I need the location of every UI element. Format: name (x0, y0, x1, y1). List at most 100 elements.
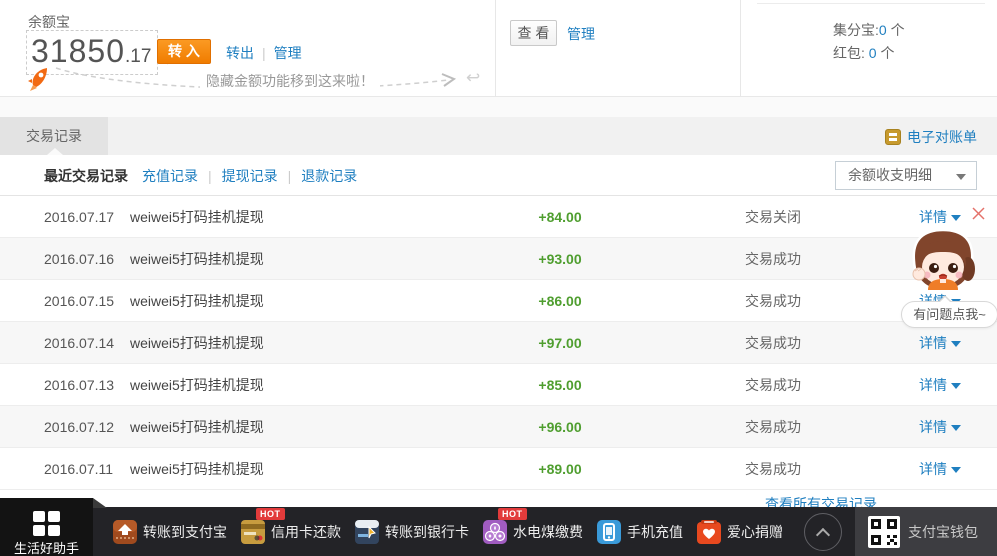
tx-status: 交易关闭 (705, 207, 919, 227)
chevron-down-icon (951, 215, 961, 221)
tx-date: 2016.07.13 (44, 377, 130, 393)
action-utilities-pay[interactable]: HOT 水电煤缴费 (482, 519, 583, 545)
tx-date: 2016.07.12 (44, 419, 130, 435)
tx-description: weiwei5打码挂机提现 (130, 249, 415, 269)
withdraw-records-link[interactable]: 提现记录 (222, 168, 278, 184)
balance-section: 余额宝 31850.17 元 转 入 转出|管理 隐藏金额功能移到这来啦！ ↩ … (0, 0, 997, 97)
hot-badge: HOT (256, 508, 285, 520)
action-transfer-to-alipay[interactable]: 转账到支付宝 (112, 519, 227, 545)
divider (740, 0, 741, 97)
tx-amount: +96.00 (415, 419, 705, 435)
tx-status: 交易成功 (705, 291, 919, 311)
action-transfer-to-bank[interactable]: 转账到银行卡 (354, 519, 469, 545)
transfer-out-link[interactable]: 转出 (226, 45, 254, 61)
tx-amount: +86.00 (415, 293, 705, 309)
tx-date: 2016.07.14 (44, 335, 130, 351)
divider: | (208, 168, 212, 184)
yuebao-manage-link[interactable]: 管理 (274, 45, 302, 61)
tx-amount: +85.00 (415, 377, 705, 393)
tx-date: 2016.07.11 (44, 461, 130, 477)
table-row: 2016.07.12 weiwei5打码挂机提现 +96.00 交易成功 详情 (0, 406, 997, 448)
balance-manage-link[interactable]: 管理 (567, 24, 595, 44)
view-button[interactable]: 查 看 (510, 20, 557, 46)
qr-code-icon (868, 516, 900, 548)
spacer-band (0, 97, 997, 117)
jifenbao-label: 集分宝: (833, 22, 879, 38)
phone-icon (596, 519, 622, 545)
bill-icon (885, 129, 901, 145)
jifenbao-unit: 个 (887, 22, 905, 38)
scroll-top-button[interactable] (804, 513, 842, 551)
recent-records-title: 最近交易记录 (44, 168, 128, 184)
transfer-in-button[interactable]: 转 入 (157, 39, 211, 64)
tx-status: 交易成功 (705, 459, 919, 479)
divider: | (288, 168, 292, 184)
table-row: 2016.07.13 weiwei5打码挂机提现 +85.00 交易成功 详情 (0, 364, 997, 406)
utilities-icon (482, 519, 508, 545)
yuebao-label: 余额宝 (28, 12, 70, 32)
chevron-down-icon (956, 174, 966, 180)
fold-decoration (93, 498, 107, 508)
tx-description: weiwei5打码挂机提现 (130, 333, 415, 353)
jifenbao-row: 集分宝:0 个 (833, 20, 905, 40)
action-credit-card-repay[interactable]: HOT 信用卡还款 (240, 519, 341, 545)
life-helper-label: 生活好助手 (0, 538, 93, 556)
detail-link[interactable]: 详情 (919, 459, 997, 479)
filter-row: 最近交易记录充值记录 | 提现记录 | 退款记录 余额收支明细 (0, 155, 997, 196)
table-row: 2016.07.14 weiwei5打码挂机提现 +97.00 交易成功 详情 (0, 322, 997, 364)
detail-link[interactable]: 详情 (919, 375, 997, 395)
filter-links: 最近交易记录充值记录 | 提现记录 | 退款记录 (44, 166, 357, 186)
collapse-arrow-icon[interactable]: ↩ (466, 68, 480, 88)
tx-date: 2016.07.15 (44, 293, 130, 309)
detail-link[interactable]: 详情 (919, 417, 997, 437)
chevron-down-icon (951, 383, 961, 389)
tx-description: weiwei5打码挂机提现 (130, 417, 415, 437)
e-statement-link[interactable]: 电子对账单 (885, 127, 977, 147)
table-row: 2016.07.11 weiwei5打码挂机提现 +89.00 交易成功 详情 (0, 448, 997, 490)
divider (757, 3, 985, 4)
refund-records-link[interactable]: 退款记录 (301, 168, 357, 184)
action-charity-donate[interactable]: 爱心捐赠 (696, 519, 783, 545)
action-phone-recharge[interactable]: 手机充值 (596, 519, 683, 545)
grid-icon (33, 511, 61, 535)
table-row: 2016.07.16 weiwei5打码挂机提现 +93.00 交易成功 详情 (0, 238, 997, 280)
close-icon[interactable] (971, 206, 986, 221)
chevron-down-icon (951, 467, 961, 473)
transaction-table: 2016.07.17 weiwei5打码挂机提现 +84.00 交易关闭 详情 … (0, 196, 997, 490)
wallet-label: 支付宝钱包 (908, 522, 978, 542)
tx-description: weiwei5打码挂机提现 (130, 459, 415, 479)
rocket-icon (28, 66, 52, 92)
recharge-records-link[interactable]: 充值记录 (142, 168, 198, 184)
tx-amount: +89.00 (415, 461, 705, 477)
bottom-toolbar: 生活好助手 转账到支付宝 HOT 信用卡还款 转账到银行卡 HOT 水电煤缴费 (0, 507, 997, 556)
tx-date: 2016.07.17 (44, 209, 130, 225)
life-helper-button[interactable]: 生活好助手 (0, 498, 93, 556)
record-type-dropdown[interactable]: 余额收支明细 (835, 161, 977, 190)
transfer-to-alipay-icon (112, 519, 138, 545)
chevron-down-icon (951, 341, 961, 347)
tx-status: 交易成功 (705, 417, 919, 437)
hongbao-value[interactable]: 0 (869, 45, 877, 61)
e-statement-label: 电子对账单 (907, 127, 977, 147)
jifenbao-value[interactable]: 0 (879, 22, 887, 38)
tx-description: weiwei5打码挂机提现 (130, 375, 415, 395)
dropdown-value: 余额收支明细 (848, 167, 932, 183)
tx-status: 交易成功 (705, 249, 919, 269)
quick-actions: 转账到支付宝 HOT 信用卡还款 转账到银行卡 HOT 水电煤缴费 手机充值 (112, 507, 783, 556)
tx-amount: +84.00 (415, 209, 705, 225)
tx-description: weiwei5打码挂机提现 (130, 207, 415, 227)
tx-date: 2016.07.16 (44, 251, 130, 267)
tx-status: 交易成功 (705, 333, 919, 353)
tx-amount: +97.00 (415, 335, 705, 351)
credit-card-icon (240, 519, 266, 545)
detail-link[interactable]: 详情 (919, 333, 997, 353)
tx-status: 交易成功 (705, 375, 919, 395)
alipay-wallet-button[interactable]: 支付宝钱包 (855, 507, 997, 556)
assistant-avatar[interactable] (906, 227, 980, 293)
table-row: 2016.07.17 weiwei5打码挂机提现 +84.00 交易关闭 详情 (0, 196, 997, 238)
tab-notch (47, 148, 63, 155)
charity-heart-icon (696, 519, 722, 545)
assistant-tooltip[interactable]: 有问题点我~ (901, 301, 997, 328)
tabs-bar: 交易记录 电子对账单 (0, 117, 997, 155)
alipay-yuebao-page: 余额宝 31850.17 元 转 入 转出|管理 隐藏金额功能移到这来啦！ ↩ … (0, 0, 997, 556)
